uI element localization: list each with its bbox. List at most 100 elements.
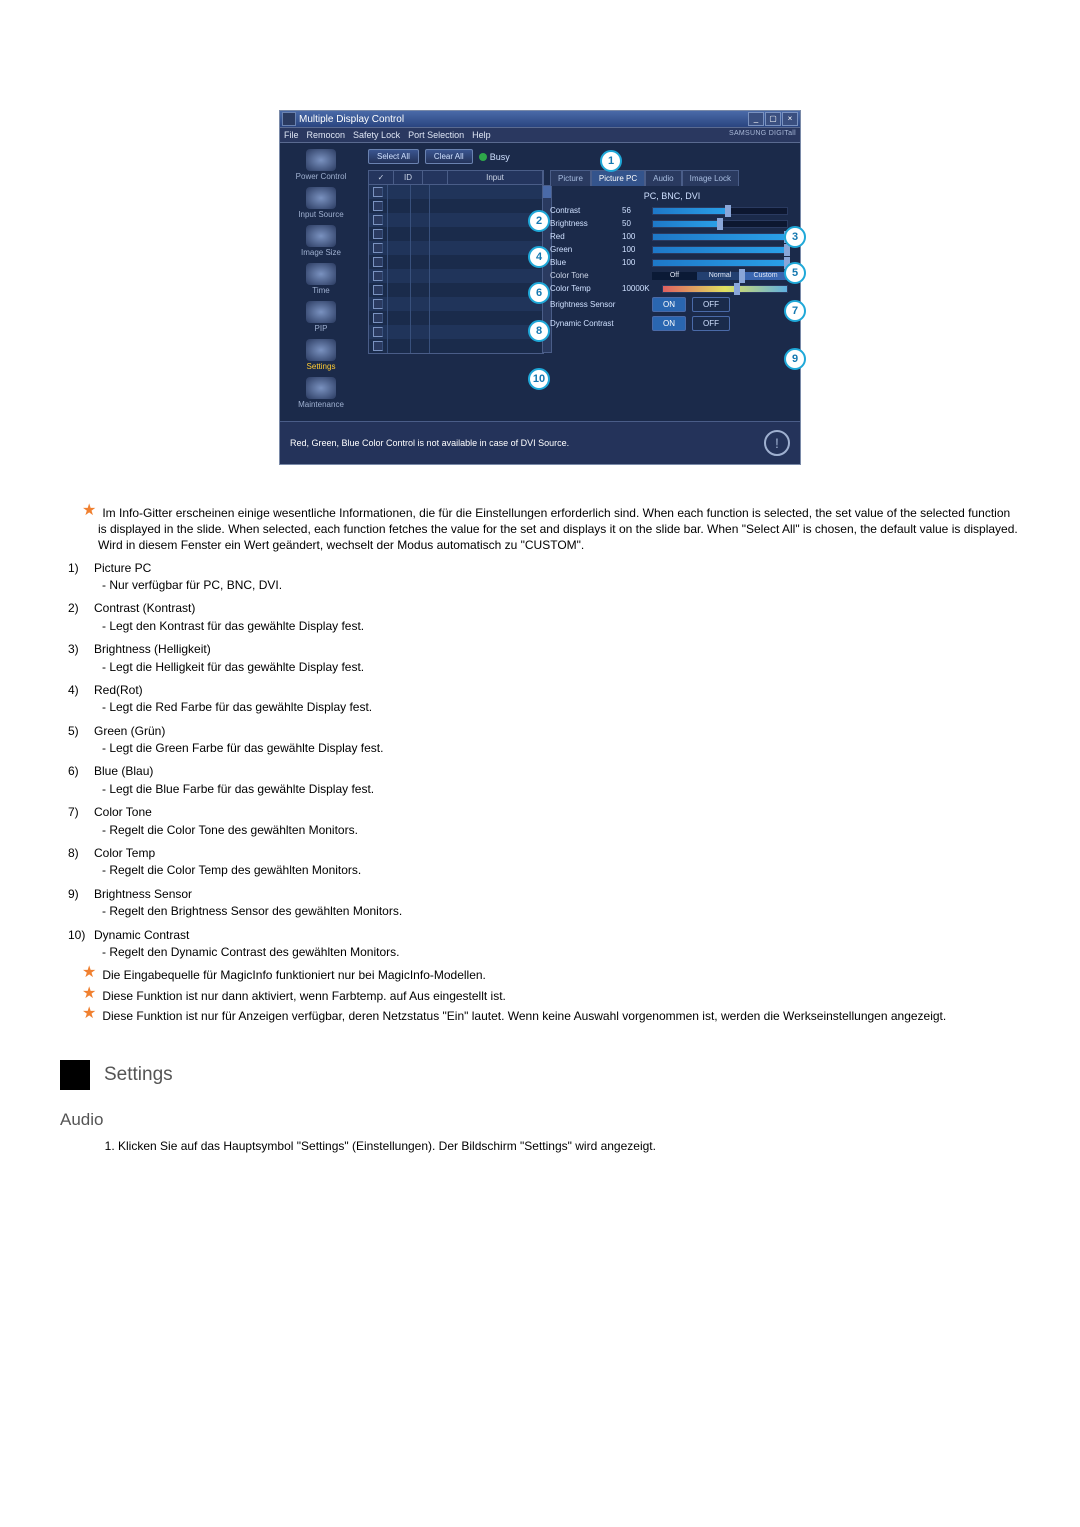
- titlebar: Multiple Display Control _ ▢ ×: [280, 111, 800, 127]
- sidebar-item-image-size[interactable]: Image Size: [280, 225, 362, 257]
- sidebar-label: Time: [280, 286, 362, 295]
- item-desc: - Legt den Kontrast für das gewählte Dis…: [102, 618, 1020, 635]
- item-title: Blue (Blau): [94, 763, 1020, 780]
- clear-all-button[interactable]: Clear All: [425, 149, 473, 164]
- item-number: 8): [68, 845, 94, 880]
- row-checkbox[interactable]: [373, 257, 383, 267]
- brightness-sensor-off-button[interactable]: OFF: [692, 297, 730, 312]
- table-row[interactable]: [369, 185, 543, 199]
- sidebar-label: Input Source: [280, 210, 362, 219]
- list-item: 7)Color Tone- Regelt die Color Tone des …: [68, 804, 1020, 839]
- blue-label: Blue: [550, 258, 622, 267]
- tab-picture[interactable]: Picture: [550, 170, 591, 186]
- dynamic-contrast-label: Dynamic Contrast: [550, 319, 652, 328]
- list-item: 1)Picture PC- Nur verfügbar für PC, BNC,…: [68, 560, 1020, 595]
- menu-help[interactable]: Help: [472, 130, 491, 140]
- busy-label: Busy: [490, 152, 510, 162]
- menu-remocon[interactable]: Remocon: [307, 130, 346, 140]
- table-row[interactable]: [369, 297, 543, 311]
- sub-header: PC, BNC, DVI: [550, 188, 794, 204]
- settings-icon: [306, 339, 336, 361]
- blue-slider[interactable]: [652, 259, 788, 267]
- red-slider[interactable]: [652, 233, 788, 241]
- row-checkbox[interactable]: [373, 285, 383, 295]
- table-row[interactable]: [369, 269, 543, 283]
- item-number: 3): [68, 641, 94, 676]
- row-checkbox[interactable]: [373, 187, 383, 197]
- item-desc: - Legt die Red Farbe für das gewählte Di…: [102, 699, 1020, 716]
- table-row[interactable]: [369, 199, 543, 213]
- sidebar-item-pip[interactable]: PIP: [280, 301, 362, 333]
- item-desc: - Regelt die Color Tone des gewählten Mo…: [102, 822, 1020, 839]
- minimize-button[interactable]: _: [748, 112, 764, 126]
- menu-port-selection[interactable]: Port Selection: [408, 130, 464, 140]
- sidebar-item-input-source[interactable]: Input Source: [280, 187, 362, 219]
- footer-message: Red, Green, Blue Color Control is not av…: [290, 438, 569, 448]
- numbered-list: 1)Picture PC- Nur verfügbar für PC, BNC,…: [68, 560, 1020, 962]
- close-button[interactable]: ×: [782, 112, 798, 126]
- row-checkbox[interactable]: [373, 271, 383, 281]
- brand-label: SAMSUNG DIGITall: [729, 130, 796, 140]
- note-text: Diese Funktion ist nur für Anzeigen verf…: [102, 1009, 946, 1023]
- contrast-slider[interactable]: [652, 207, 788, 215]
- intro-text: Im Info-Gitter erscheinen einige wesentl…: [98, 506, 1018, 552]
- sidebar-item-settings[interactable]: Settings: [280, 339, 362, 371]
- row-checkbox[interactable]: [373, 215, 383, 225]
- callout-6: 6: [528, 282, 550, 304]
- table-row[interactable]: [369, 241, 543, 255]
- dynamic-contrast-on-button[interactable]: ON: [652, 316, 686, 331]
- table-row[interactable]: [369, 255, 543, 269]
- input-icon: [306, 187, 336, 209]
- busy-indicator: Busy: [479, 152, 510, 162]
- menu-file[interactable]: File: [284, 130, 299, 140]
- maximize-button[interactable]: ▢: [765, 112, 781, 126]
- table-row[interactable]: [369, 283, 543, 297]
- brightness-sensor-on-button[interactable]: ON: [652, 297, 686, 312]
- dynamic-contrast-off-button[interactable]: OFF: [692, 316, 730, 331]
- audio-step-1: Klicken Sie auf das Hauptsymbol "Setting…: [118, 1138, 1020, 1155]
- tab-picture-pc[interactable]: Picture PC: [591, 170, 645, 186]
- table-row[interactable]: [369, 213, 543, 227]
- row-checkbox[interactable]: [373, 327, 383, 337]
- item-title: Red(Rot): [94, 682, 1020, 699]
- table-row[interactable]: [369, 227, 543, 241]
- star-note: ★Diese Funktion ist nur für Anzeigen ver…: [82, 1008, 1020, 1024]
- tab-audio[interactable]: Audio: [645, 170, 681, 186]
- item-desc: - Regelt den Brightness Sensor des gewäh…: [102, 903, 1020, 920]
- brightness-label: Brightness: [550, 219, 622, 228]
- row-checkbox[interactable]: [373, 243, 383, 253]
- color-temp-slider[interactable]: [662, 285, 788, 293]
- row-checkbox[interactable]: [373, 313, 383, 323]
- tab-image-lock[interactable]: Image Lock: [682, 170, 739, 186]
- row-checkbox[interactable]: [373, 299, 383, 309]
- green-slider[interactable]: [652, 246, 788, 254]
- select-all-button[interactable]: Select All: [368, 149, 419, 164]
- row-checkbox[interactable]: [373, 341, 383, 351]
- row-checkbox[interactable]: [373, 229, 383, 239]
- grid-header: ✓ ID Input: [368, 170, 544, 185]
- contrast-label: Contrast: [550, 206, 622, 215]
- table-row[interactable]: [369, 325, 543, 339]
- info-grid: ✓ ID Input: [368, 170, 544, 354]
- item-desc: - Nur verfügbar für PC, BNC, DVI.: [102, 577, 1020, 594]
- menu-safety-lock[interactable]: Safety Lock: [353, 130, 400, 140]
- window-title: Multiple Display Control: [299, 114, 747, 125]
- table-row[interactable]: [369, 339, 543, 353]
- list-item: 2)Contrast (Kontrast)- Legt den Kontrast…: [68, 600, 1020, 635]
- item-number: 1): [68, 560, 94, 595]
- footer-message-bar: Red, Green, Blue Color Control is not av…: [280, 421, 800, 464]
- table-row[interactable]: [369, 311, 543, 325]
- callout-3: 3: [784, 226, 806, 248]
- grid-header-check[interactable]: ✓: [369, 171, 394, 184]
- row-checkbox[interactable]: [373, 201, 383, 211]
- item-title: Brightness Sensor: [94, 886, 1020, 903]
- sidebar-item-time[interactable]: Time: [280, 263, 362, 295]
- sidebar-item-maintenance[interactable]: Maintenance: [280, 377, 362, 409]
- item-number: 6): [68, 763, 94, 798]
- sidebar-item-power-control[interactable]: Power Control: [280, 149, 362, 181]
- color-tone-row: Color Tone Off Normal Custom: [550, 269, 794, 282]
- brightness-row: Brightness 50: [550, 217, 794, 230]
- menubar: File Remocon Safety Lock Port Selection …: [280, 127, 800, 143]
- brightness-slider[interactable]: [652, 220, 788, 228]
- color-tone-slider[interactable]: Off Normal Custom: [652, 272, 788, 280]
